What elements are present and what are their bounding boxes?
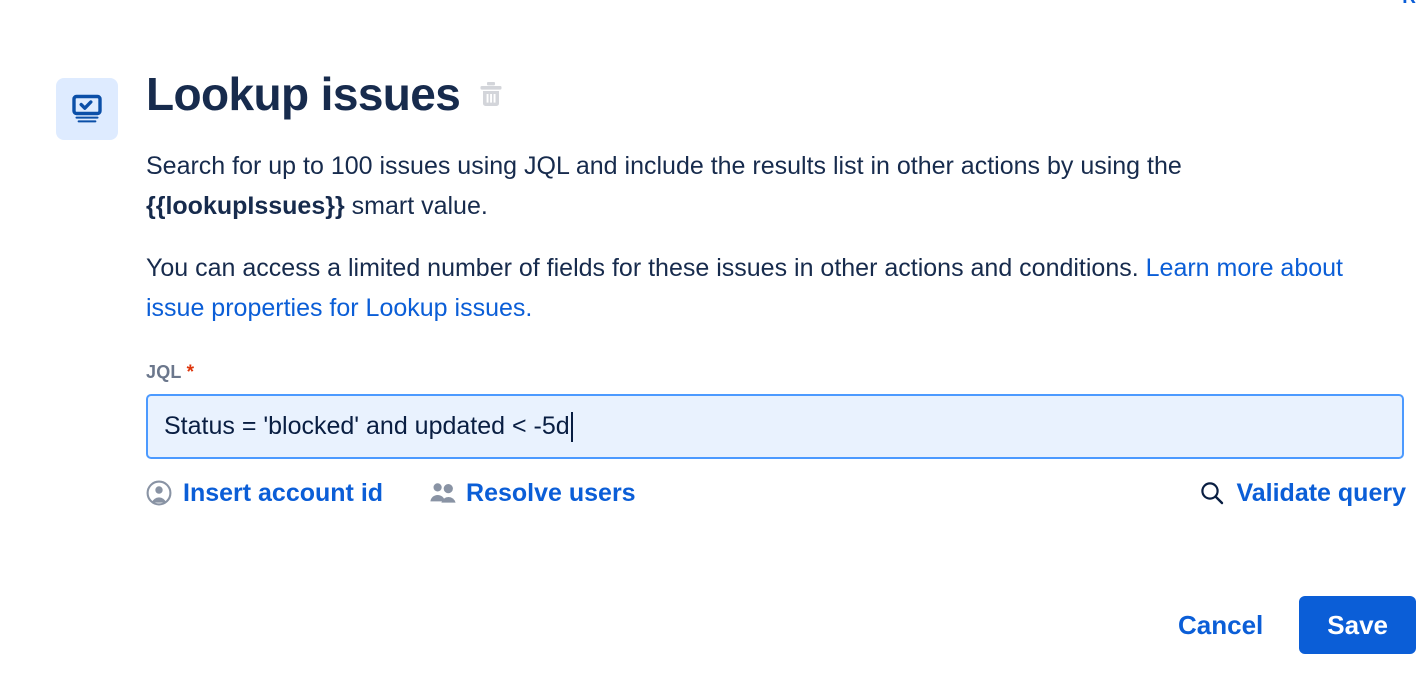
- panel-header-body: Lookup issues Search for up to 100 issue…: [146, 60, 1416, 507]
- validate-query-button[interactable]: Validate query: [1199, 479, 1406, 507]
- jql-helper-row: Insert account id Resolve users Validate…: [146, 479, 1406, 507]
- insert-account-id-label: Insert account id: [183, 479, 384, 507]
- desc1-text-after: smart value.: [344, 192, 488, 220]
- trash-icon[interactable]: [478, 80, 504, 108]
- save-button[interactable]: Save: [1299, 596, 1416, 654]
- desc2-text-before: You can access a limited number of field…: [146, 254, 1146, 282]
- jql-label-text: JQL: [146, 362, 182, 382]
- lookup-issues-action-panel: Lookup issues Search for up to 100 issue…: [56, 60, 1416, 507]
- description-paragraph-2: You can access a limited number of field…: [146, 248, 1391, 328]
- people-icon: [429, 480, 456, 506]
- search-icon: [1199, 480, 1225, 506]
- insert-account-id-button[interactable]: Insert account id: [146, 479, 383, 507]
- desc1-text-before: Search for up to 100 issues using JQL an…: [146, 152, 1182, 180]
- jql-input-value: Status = 'blocked' and updated < -5d: [164, 412, 570, 440]
- description-paragraph-1: Search for up to 100 issues using JQL an…: [146, 146, 1356, 226]
- panel-header: Lookup issues Search for up to 100 issue…: [56, 60, 1416, 507]
- panel-footer: Cancel Save: [56, 596, 1416, 654]
- jql-input[interactable]: Status = 'blocked' and updated < -5d: [146, 394, 1404, 459]
- resolve-users-label: Resolve users: [466, 479, 636, 507]
- jql-field-label: JQL *: [146, 362, 194, 384]
- validate-query-label: Validate query: [1236, 479, 1406, 507]
- jql-field-group: JQL * Status = 'blocked' and updated < -5…: [146, 362, 1416, 507]
- resolve-users-button[interactable]: Resolve users: [429, 479, 636, 507]
- cutoff-top-right-text[interactable]: R: [1402, 0, 1416, 10]
- cancel-button[interactable]: Cancel: [1174, 600, 1267, 650]
- text-caret: [570, 411, 573, 442]
- title-line: Lookup issues: [146, 60, 1416, 128]
- page-title: Lookup issues: [146, 68, 461, 120]
- required-marker: *: [186, 362, 195, 383]
- person-icon: [146, 480, 172, 506]
- smart-value-token: {{lookupIssues}}: [146, 192, 345, 220]
- lookup-issues-action-icon: [56, 78, 118, 140]
